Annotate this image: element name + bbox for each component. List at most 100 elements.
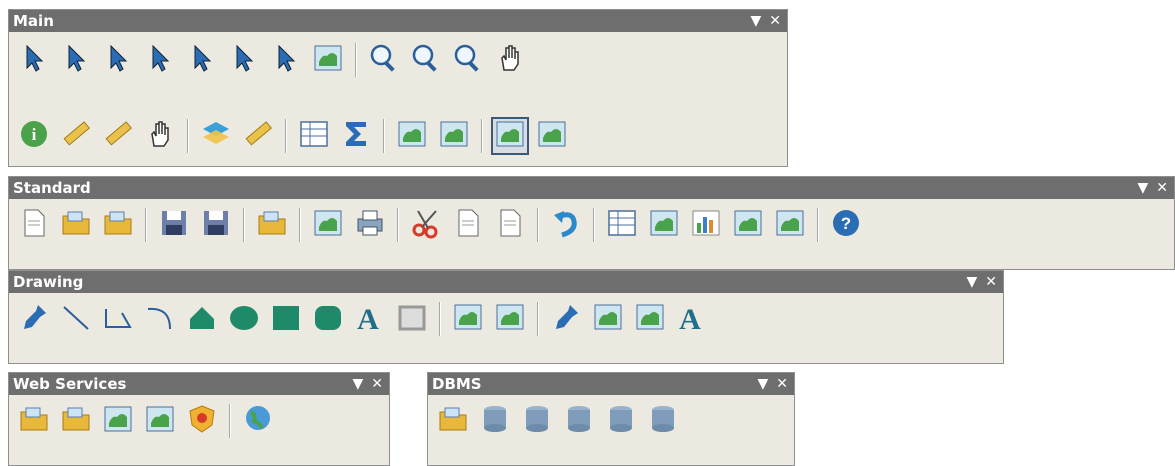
web-services-toolbar: Web Services ▼ ✕	[8, 372, 390, 466]
dbms-export-button[interactable]	[602, 402, 640, 440]
undo-button[interactable]	[547, 206, 585, 244]
open-wms-button[interactable]	[15, 402, 53, 440]
select-region-button[interactable]	[183, 41, 221, 79]
main-toolbar-title[interactable]: Main ▼ ✕	[9, 10, 787, 32]
label-tag-button[interactable]	[99, 117, 137, 155]
dbms-map-icon	[563, 403, 595, 439]
graph-button[interactable]	[687, 206, 725, 244]
open-dbms-button[interactable]	[434, 402, 472, 440]
dbms-map-button[interactable]	[560, 402, 598, 440]
disable-dbms-button[interactable]	[644, 402, 682, 440]
line-style-button[interactable]	[589, 300, 627, 338]
paste-button[interactable]	[491, 206, 529, 244]
open-folder-button[interactable]	[253, 206, 291, 244]
web-services-toolbar-title[interactable]: Web Services ▼ ✕	[9, 373, 389, 395]
svg-text:?: ?	[841, 214, 851, 233]
dropdown-icon[interactable]: ▼	[352, 373, 363, 395]
symbol-pin-button[interactable]	[15, 300, 53, 338]
select-rectangle-button[interactable]	[57, 41, 95, 79]
refresh-dbms-icon	[479, 403, 511, 439]
info-button[interactable]: i	[15, 117, 53, 155]
main-toolbar: Main ▼ ✕ i	[8, 9, 788, 167]
drawing-toolbar-title[interactable]: Drawing ▼ ✕	[9, 271, 1003, 293]
zoom-query-button[interactable]	[449, 41, 487, 79]
copy-icon	[452, 207, 484, 243]
paste-icon	[494, 207, 526, 243]
select-arrow-button[interactable]	[15, 41, 53, 79]
open-file-button[interactable]	[57, 206, 95, 244]
save-button[interactable]	[155, 206, 193, 244]
close-icon[interactable]: ✕	[371, 373, 383, 395]
text-style-button[interactable]: A	[673, 300, 711, 338]
hotlink-button[interactable]	[57, 117, 95, 155]
standard-toolbar-title[interactable]: Standard ▼ ✕	[9, 177, 1174, 199]
zoom-in-button[interactable]	[365, 41, 403, 79]
dropdown-icon[interactable]: ▼	[750, 10, 761, 32]
select-all-button[interactable]	[267, 41, 305, 79]
new-file-button[interactable]	[15, 206, 53, 244]
dropdown-icon[interactable]: ▼	[757, 373, 768, 395]
polyline-button[interactable]	[99, 300, 137, 338]
copy-button[interactable]	[449, 206, 487, 244]
add-node-button[interactable]	[491, 300, 529, 338]
dropdown-icon[interactable]: ▼	[1137, 177, 1148, 199]
layout-map-button[interactable]	[491, 117, 529, 155]
save-workspace-button[interactable]	[197, 206, 235, 244]
ruler-button[interactable]	[239, 117, 277, 155]
dbms-toolbar-title[interactable]: DBMS ▼ ✕	[428, 373, 794, 395]
wfs-icon	[102, 403, 134, 439]
layout-button[interactable]	[729, 206, 767, 244]
clear-selection-button[interactable]	[225, 41, 263, 79]
select-polygon-button[interactable]	[141, 41, 179, 79]
zoom-out-button[interactable]	[407, 41, 445, 79]
unlink-button[interactable]	[518, 402, 556, 440]
print-button[interactable]	[351, 206, 389, 244]
arc-button[interactable]	[141, 300, 179, 338]
polygon-button[interactable]	[183, 300, 221, 338]
statistics-sigma-button[interactable]	[337, 117, 375, 155]
reshape-button[interactable]	[449, 300, 487, 338]
redistrict-icon	[774, 207, 806, 243]
open-workspace-button[interactable]	[99, 206, 137, 244]
pan-hand-button[interactable]	[491, 41, 529, 79]
geocode-button[interactable]	[141, 402, 179, 440]
save-workspace-icon	[200, 207, 232, 243]
text-button[interactable]: A	[351, 300, 389, 338]
line-button[interactable]	[57, 300, 95, 338]
save-map-button[interactable]	[309, 206, 347, 244]
frame-button[interactable]	[393, 300, 431, 338]
map-hand-button[interactable]	[141, 117, 179, 155]
open-universal-button[interactable]	[57, 402, 95, 440]
map-scissors-button[interactable]	[533, 117, 571, 155]
table-button[interactable]	[603, 206, 641, 244]
close-icon[interactable]: ✕	[1156, 177, 1168, 199]
legend-button[interactable]	[295, 117, 333, 155]
cut-button[interactable]	[407, 206, 445, 244]
redistrict-button[interactable]	[771, 206, 809, 244]
rectangle-button[interactable]	[267, 300, 305, 338]
close-icon[interactable]: ✕	[985, 271, 997, 293]
select-circle-icon	[102, 42, 134, 78]
region-style-button[interactable]	[631, 300, 669, 338]
change-region-button[interactable]	[435, 117, 473, 155]
close-icon[interactable]: ✕	[776, 373, 788, 395]
shield-button[interactable]	[183, 402, 221, 440]
help-button[interactable]: ?	[827, 206, 865, 244]
refresh-dbms-button[interactable]	[476, 402, 514, 440]
select-region-icon	[186, 42, 218, 78]
map-hand-icon	[144, 118, 176, 154]
layers-button[interactable]	[197, 117, 235, 155]
geocode-icon	[144, 403, 176, 439]
symbol-style-button[interactable]	[547, 300, 585, 338]
rounded-rect-button[interactable]	[309, 300, 347, 338]
ellipse-button[interactable]	[225, 300, 263, 338]
wfs-button[interactable]	[99, 402, 137, 440]
disabled-select-button[interactable]	[309, 41, 347, 79]
web-globe-button[interactable]	[239, 402, 277, 440]
new-map-button[interactable]	[645, 206, 683, 244]
close-icon[interactable]: ✕	[769, 10, 781, 32]
dropdown-icon[interactable]: ▼	[966, 271, 977, 293]
help-icon: ?	[830, 207, 862, 243]
select-circle-button[interactable]	[99, 41, 137, 79]
clip-region-button[interactable]	[393, 117, 431, 155]
